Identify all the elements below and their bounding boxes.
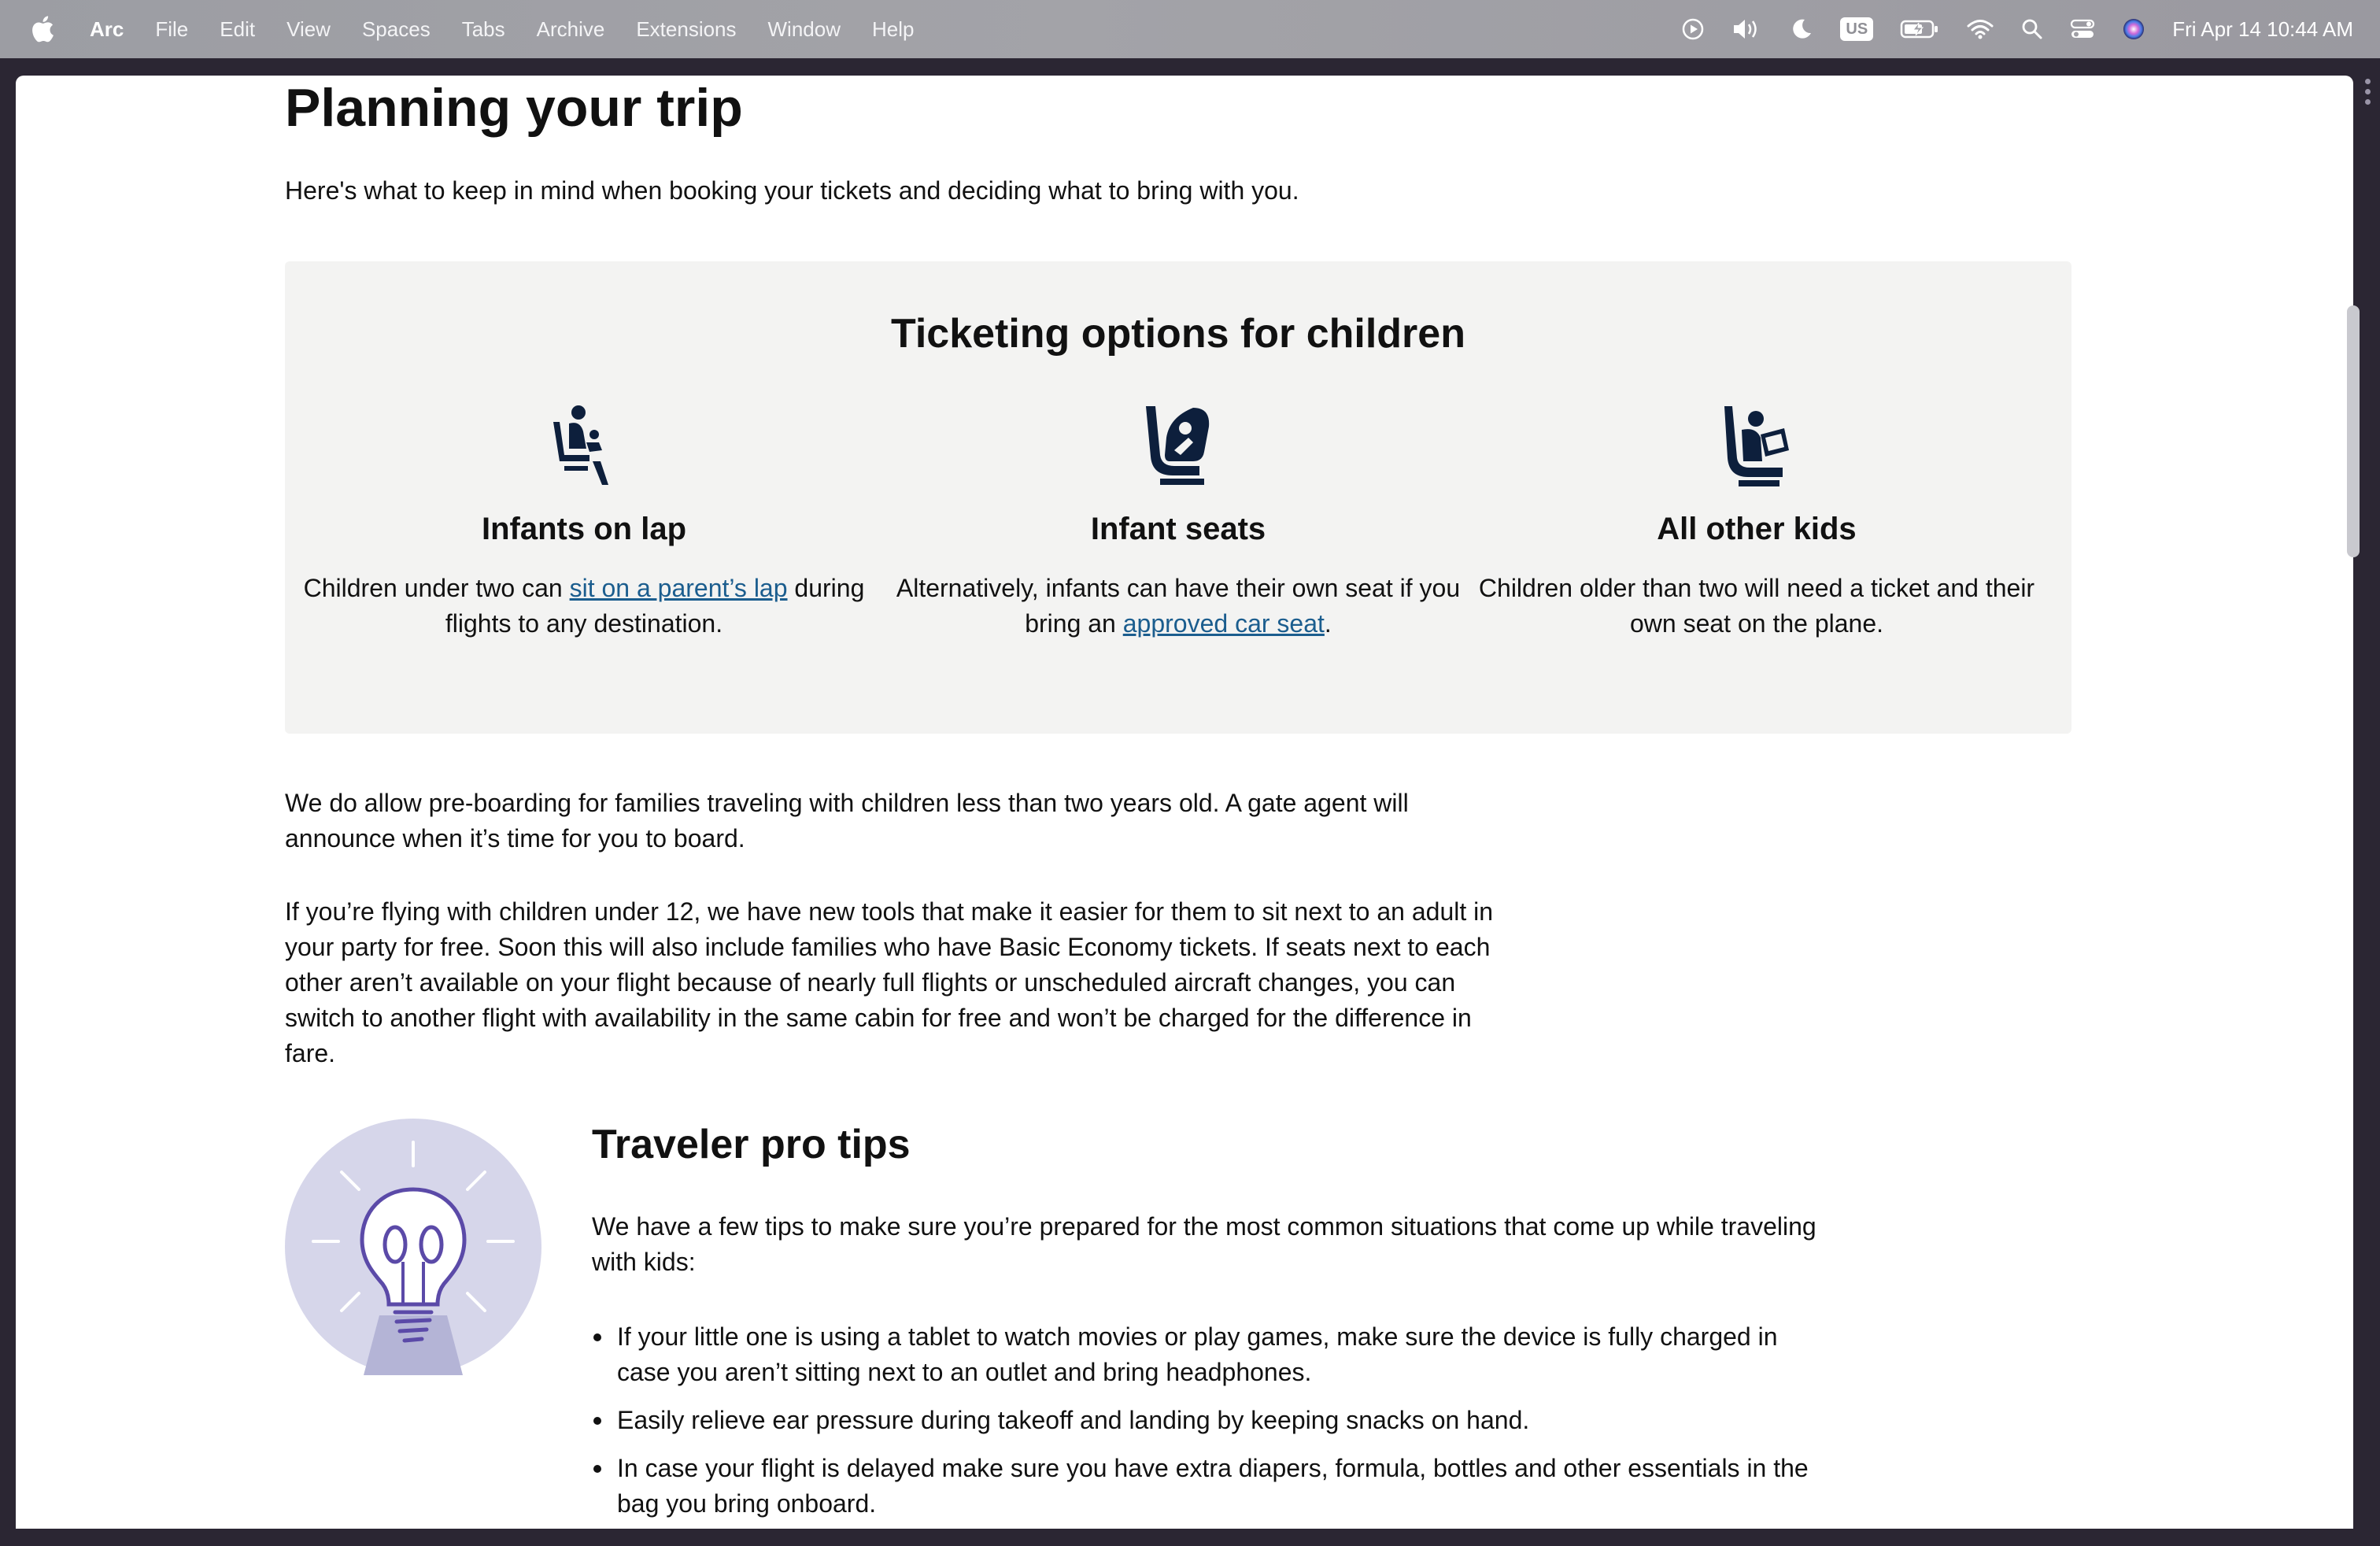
wifi-icon[interactable] [1966,18,1994,40]
option-title: All other kids [1657,512,1857,546]
page-intro: Here's what to keep in mind when booking… [285,176,1299,205]
web-page: Planning your trip Here's what to keep i… [16,76,2353,1529]
parents-lap-link[interactable]: sit on a parent’s lap [570,574,788,602]
menu-spaces[interactable]: Spaces [362,17,431,42]
car-seat-icon [1146,406,1210,485]
menu-archive[interactable]: Archive [537,17,605,42]
play-circle-icon[interactable] [1681,17,1705,41]
menu-edit[interactable]: Edit [220,17,255,42]
option-text: Children under two can [303,574,570,602]
menu-window[interactable]: Window [768,17,841,42]
seating-paragraph: If you’re flying with children under 12,… [285,897,1494,1067]
option-text: . [1324,609,1332,638]
list-item: In case your flight is delayed make sure… [592,1451,1820,1522]
option-infant-seats: Infant seats Alternatively, infants can … [895,403,1462,642]
more-options-icon[interactable] [2365,79,2373,105]
apple-menu-icon[interactable] [27,13,58,45]
option-title: Infant seats [1090,512,1266,546]
approved-car-seat-link[interactable]: approved car seat [1123,609,1325,638]
menu-extensions[interactable]: Extensions [636,17,736,42]
siri-icon[interactable] [2122,17,2145,41]
option-infants-on-lap: Infants on lap Children under two can si… [301,403,867,642]
menu-help[interactable]: Help [872,17,914,42]
page-title: Planning your trip [285,78,743,138]
option-description: Children under two can sit on a parent’s… [301,571,867,642]
tip-text: In case your flight is delayed make sure… [617,1454,1809,1518]
volume-icon[interactable] [1731,17,1763,41]
ticketing-options-panel: Ticketing options for children Infants o… [285,261,2071,734]
ticketing-title: Ticketing options for children [891,311,1465,357]
option-description: Alternatively, infants can have their ow… [895,571,1462,642]
menu-view[interactable]: View [286,17,331,42]
option-title: Infants on lap [482,512,686,546]
keyboard-layout-badge[interactable]: US [1840,17,1874,41]
tips-intro: We have a few tips to make sure you’re p… [592,1212,1816,1276]
tips-title: Traveler pro tips [592,1122,911,1167]
moon-icon[interactable] [1790,17,1813,41]
tip-text: Easily relieve ear pressure during takeo… [617,1406,1530,1434]
control-center-icon[interactable] [2070,18,2095,40]
tip-text: If your little one is using a tablet to … [617,1322,1778,1386]
vertical-scrollbar[interactable] [2347,305,2360,557]
list-item: Easily relieve ear pressure during takeo… [592,1403,1820,1438]
menu-file[interactable]: File [155,17,188,42]
menu-bar: Arc File Edit View Spaces Tabs Archive E… [0,0,2380,58]
option-all-other-kids: All other kids Children older than two w… [1473,403,2040,642]
bullet-icon [593,1465,601,1473]
status-tray: US Fri Apr 14 10:44 AM [1654,0,2353,58]
menu-clock[interactable]: Fri Apr 14 10:44 AM [2172,17,2353,42]
bullet-icon [593,1333,601,1341]
menu-tabs[interactable]: Tabs [462,17,505,42]
preboarding-paragraph: We do allow pre-boarding for families tr… [285,789,1409,853]
bullet-icon [593,1417,601,1425]
lightbulb-icon [285,1119,541,1375]
kid-seat-icon [1724,406,1789,486]
scroll-gutter [2353,76,2380,1529]
lap-infant-icon [553,405,608,485]
option-description: Children older than two will need a tick… [1473,571,2040,642]
tips-list: If your little one is using a tablet to … [592,1319,1820,1529]
spotlight-search-icon[interactable] [2021,18,2043,40]
battery-icon[interactable] [1900,19,1939,39]
menu-app-arc[interactable]: Arc [90,17,124,42]
option-text: Children older than two will need a tick… [1478,574,2035,638]
list-item: If your little one is using a tablet to … [592,1319,1820,1390]
